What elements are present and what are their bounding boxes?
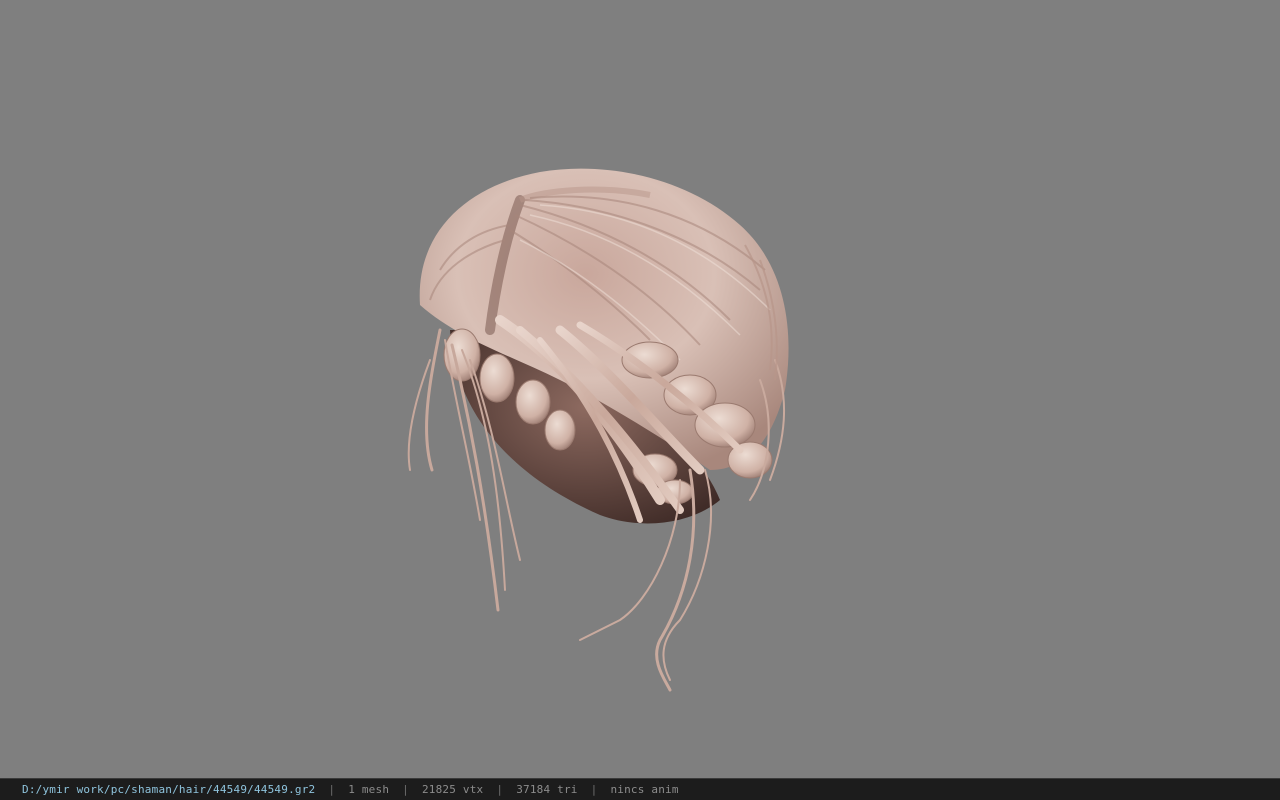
3d-viewport[interactable] <box>0 0 1280 778</box>
separator: | <box>496 783 504 796</box>
vertex-count: 21825 vtx <box>421 783 484 796</box>
file-path: D:/ymir work/pc/shaman/hair/44549/44549.… <box>22 783 316 796</box>
separator: | <box>328 783 336 796</box>
status-bar: D:/ymir work/pc/shaman/hair/44549/44549.… <box>0 778 1280 800</box>
triangle-count: 37184 tri <box>516 783 578 796</box>
separator: | <box>402 783 409 796</box>
mesh-count: 1 mesh <box>348 783 390 796</box>
animation-status: nincs anim <box>610 783 679 796</box>
hair-model-icon <box>407 168 789 692</box>
separator: | <box>590 783 598 796</box>
